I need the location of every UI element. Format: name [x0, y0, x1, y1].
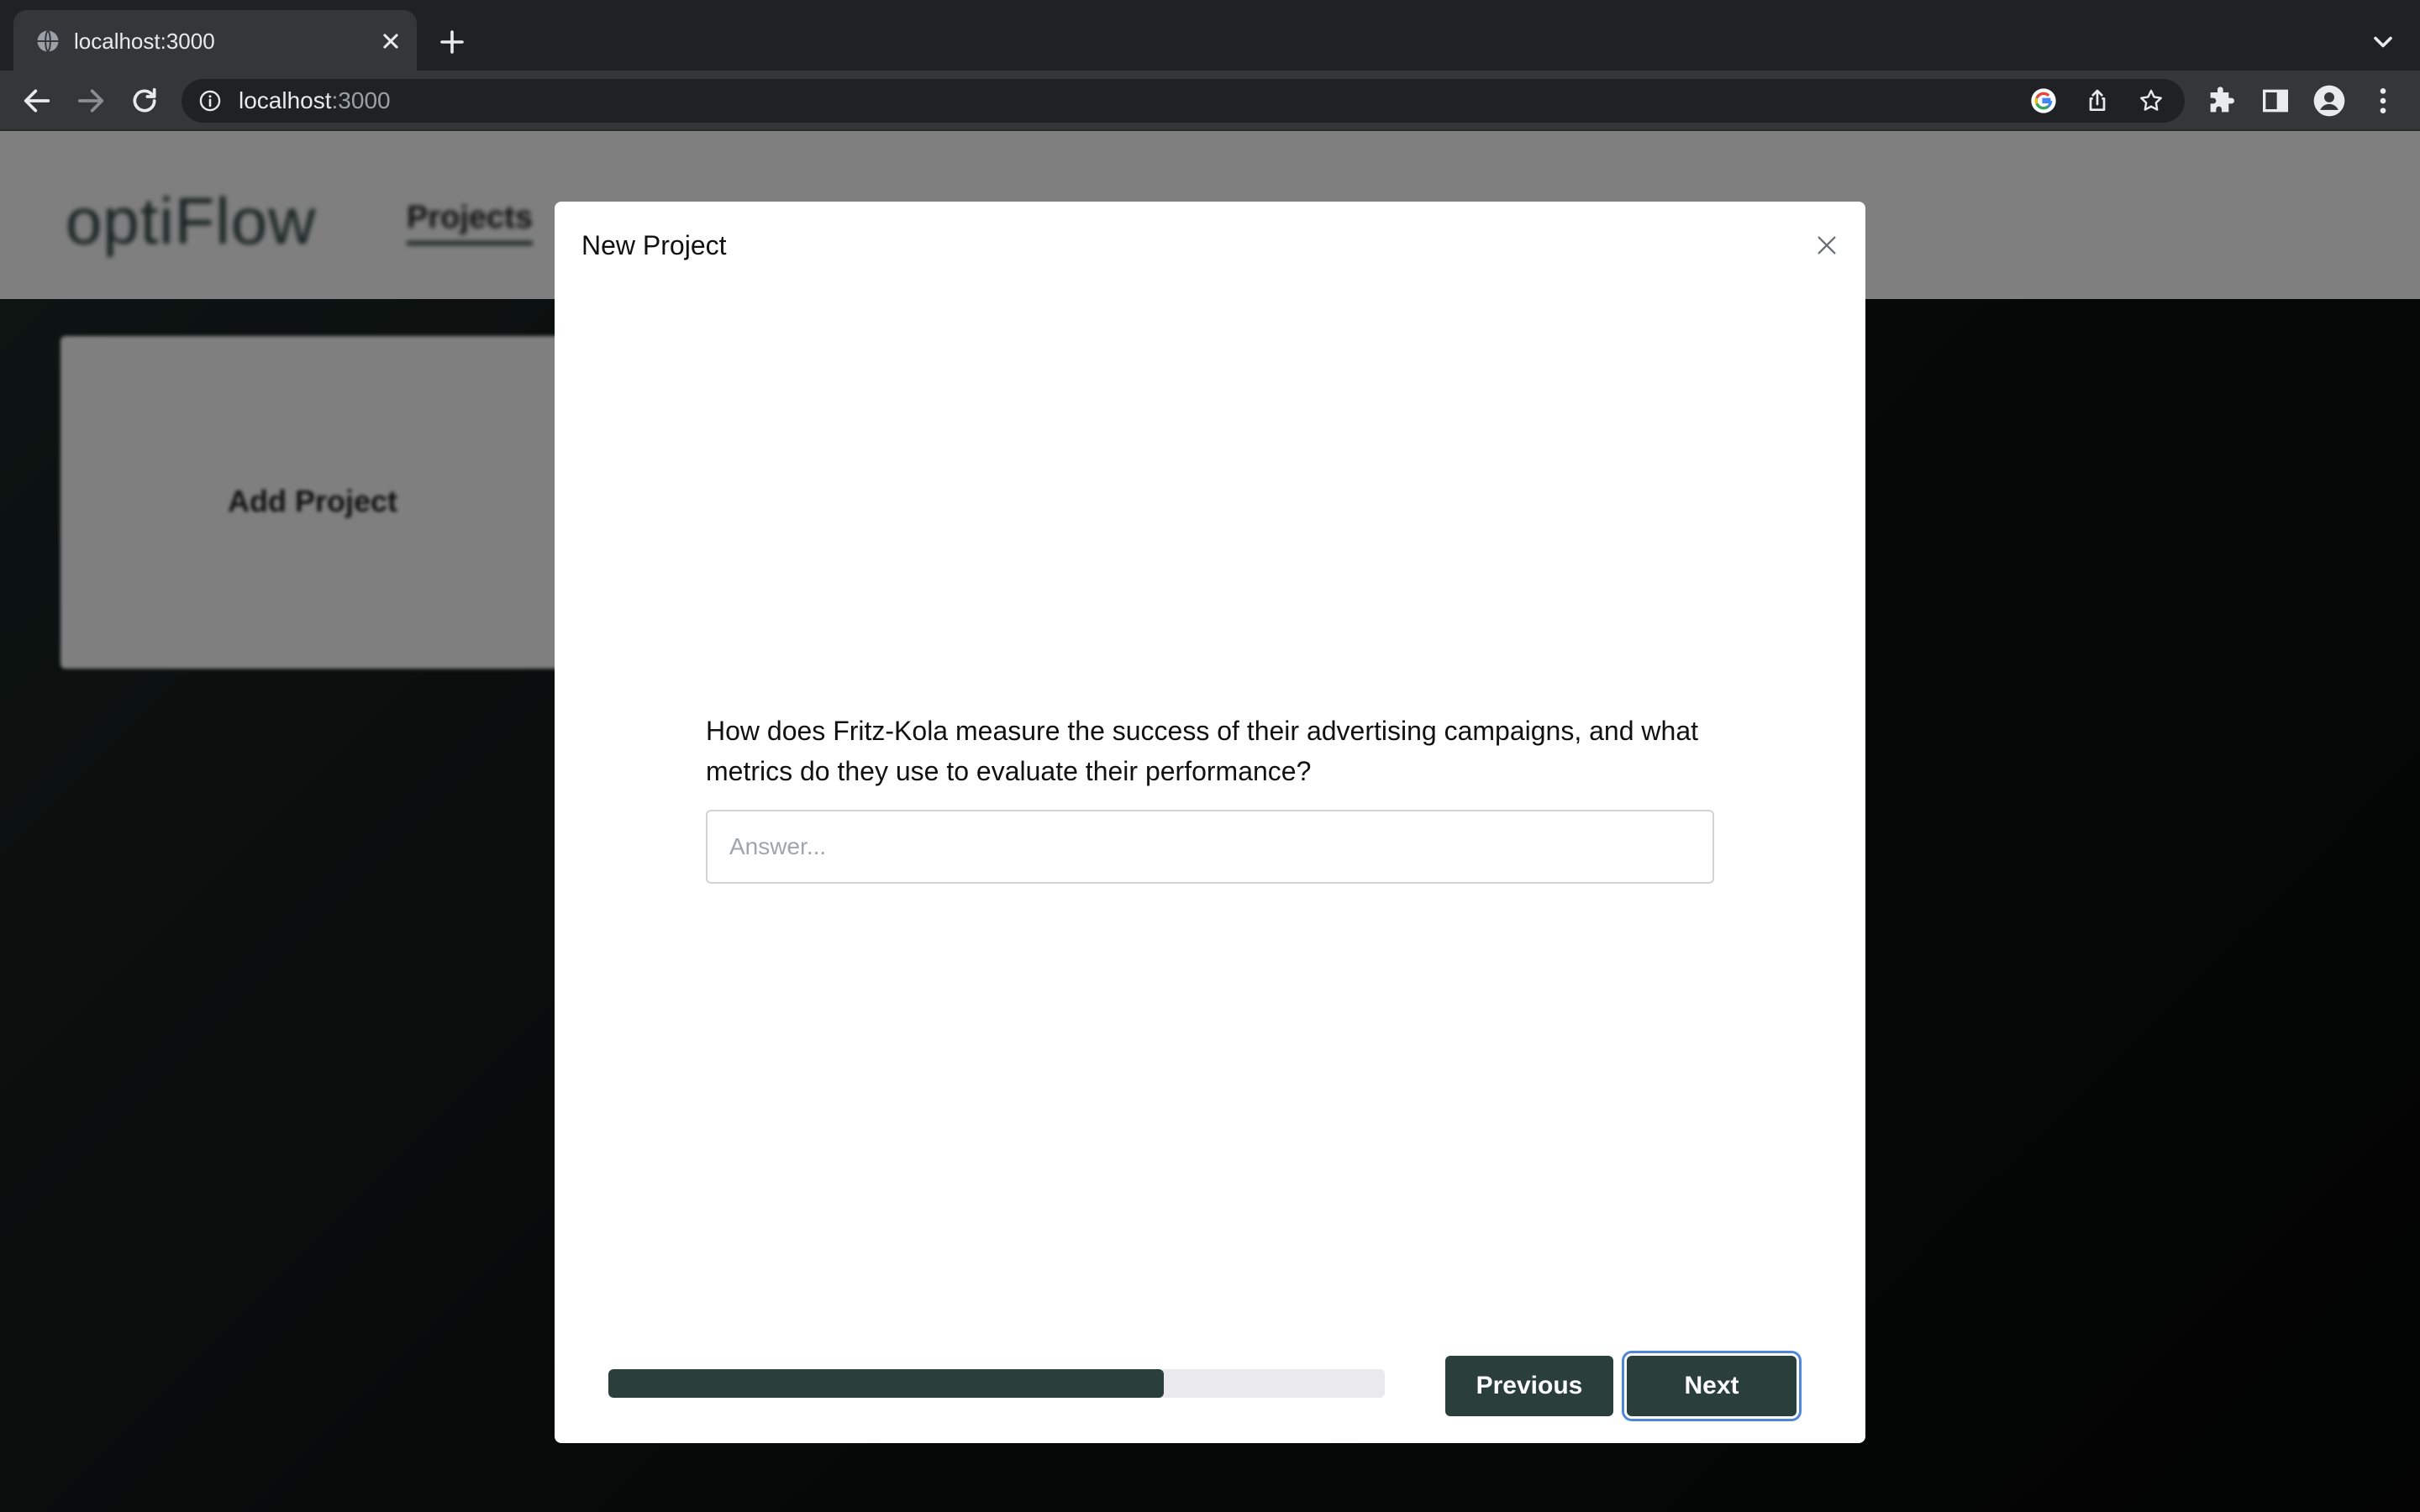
url-text: localhost:3000 [239, 86, 391, 116]
url-host: localhost [239, 87, 332, 113]
browser-tabstrip: localhost:3000 [0, 0, 2420, 71]
question-text: How does Fritz-Kola measure the success … [706, 716, 1698, 786]
close-icon[interactable] [1815, 234, 1839, 257]
info-icon[interactable] [198, 89, 222, 113]
star-icon[interactable] [2138, 87, 2165, 114]
new-project-modal: New Project How does Fritz-Kola measure … [555, 202, 1865, 1443]
forward-arrow-icon[interactable] [74, 84, 108, 118]
google-icon[interactable] [2030, 87, 2057, 114]
url-port: :3000 [331, 87, 391, 113]
kebab-menu-icon[interactable] [2366, 84, 2400, 118]
browser-tab[interactable]: localhost:3000 [13, 10, 417, 71]
back-arrow-icon[interactable] [20, 84, 54, 118]
profile-icon[interactable] [2312, 84, 2346, 118]
close-icon[interactable] [376, 27, 405, 55]
tab-title: localhost:3000 [74, 29, 215, 54]
next-button[interactable]: Next [1627, 1356, 1797, 1416]
plus-icon[interactable] [437, 27, 467, 57]
previous-button[interactable]: Previous [1445, 1356, 1613, 1416]
answer-input[interactable] [706, 810, 1714, 884]
side-panel-icon[interactable] [2259, 84, 2292, 118]
progress-bar-fill [608, 1369, 1164, 1398]
share-icon[interactable] [2084, 87, 2111, 114]
chevron-down-icon[interactable] [2368, 27, 2398, 57]
globe-icon [37, 29, 59, 53]
browser-toolbar: localhost:3000 [0, 71, 2420, 131]
modal-title: New Project [581, 230, 727, 260]
address-bar[interactable]: localhost:3000 [182, 79, 2185, 123]
reload-icon[interactable] [128, 84, 161, 118]
puzzle-icon[interactable] [2205, 84, 2238, 118]
progress-bar [608, 1369, 1385, 1398]
